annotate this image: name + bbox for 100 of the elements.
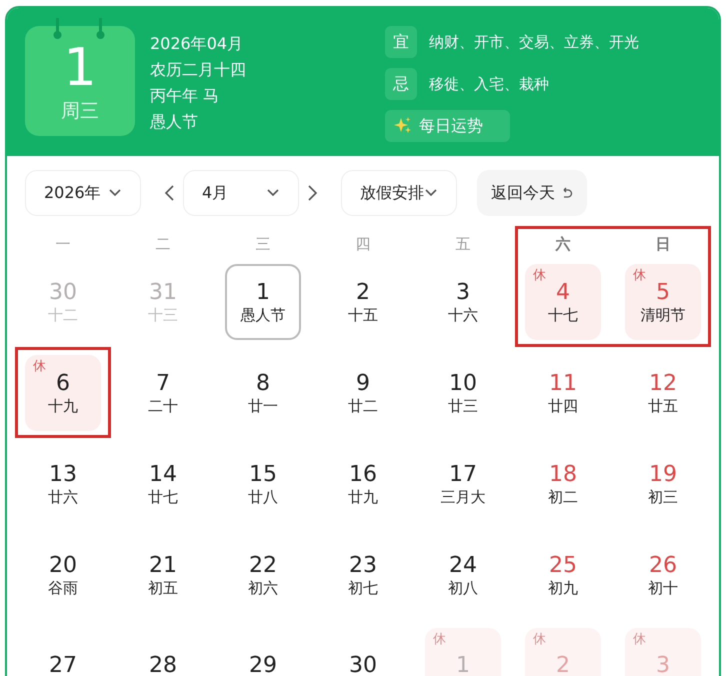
lunar-date: 廿四 (548, 398, 578, 414)
day-number: 3 (456, 282, 470, 304)
weekday-header: 一 (56, 234, 70, 255)
lunar-date: 三月大 (440, 490, 486, 504)
day-number: 31 (149, 282, 177, 304)
day-number: 18 (549, 464, 577, 486)
day-cell[interactable]: 3 十六 (425, 264, 501, 340)
day-cell[interactable]: 12 廿五 (625, 355, 701, 431)
lunar-date: 廿六 (48, 490, 78, 504)
today-day-cell[interactable]: 1 愚人节 (225, 264, 301, 340)
day-number: 19 (649, 464, 677, 486)
date-info-text: 愚人节 (150, 111, 198, 133)
lunar-date: 谷雨 (48, 580, 78, 596)
day-number: 15 (249, 464, 277, 486)
holiday-day-cell[interactable]: 休 5 清明节 (625, 264, 701, 340)
previous-month-icon[interactable] (163, 184, 175, 202)
day-number: 1 (256, 282, 270, 304)
day-cell[interactable]: 7 二十 (125, 355, 201, 431)
rest-day-label: 休 (533, 269, 546, 282)
calendar-rings-icon (52, 18, 106, 42)
day-cell[interactable]: 17 三月大 (425, 446, 501, 522)
weekday-label: 周三 (61, 102, 99, 120)
lunar-date: 十七 (548, 308, 578, 322)
lunar-date: 十二 (48, 308, 78, 322)
today-button[interactable]: 返回今天 (477, 170, 587, 216)
day-cell[interactable]: 25 初九 (525, 537, 601, 613)
holiday-select[interactable]: 放假安排 (341, 170, 457, 216)
date-info-text: 农历二月十四 (150, 59, 246, 81)
chevron-down-icon (424, 188, 438, 198)
day-cell[interactable]: 11 廿四 (525, 355, 601, 431)
day-number: 6 (56, 372, 70, 394)
lunar-date: 清明节 (640, 308, 686, 322)
day-cell[interactable]: 22 初六 (225, 537, 301, 613)
almanac-text: 移徙、入宅、栽种 (429, 74, 549, 95)
day-cell[interactable]: 15 廿八 (225, 446, 301, 522)
day-cell[interactable]: 14 廿七 (125, 446, 201, 522)
day-number: 12 (649, 372, 677, 394)
rest-day-label: 休 (533, 633, 546, 646)
day-number: 28 (149, 655, 177, 676)
day-cell[interactable]: 30 (325, 628, 401, 676)
day-number: 11 (549, 372, 577, 394)
day-number: 30 (349, 655, 377, 676)
day-cell[interactable]: 2 十五 (325, 264, 401, 340)
day-number: 2 (556, 655, 570, 676)
lunar-date: 十九 (48, 398, 78, 414)
day-cell[interactable]: 9 廿二 (325, 355, 401, 431)
almanac-label: 宜 (385, 26, 417, 58)
next-month-icon[interactable] (307, 184, 319, 202)
lunar-date: 愚人节 (240, 308, 286, 322)
day-cell[interactable]: 28 (125, 628, 201, 676)
day-cell[interactable]: 23 初七 (325, 537, 401, 613)
day-number: 9 (356, 372, 370, 394)
lunar-date: 十三 (148, 308, 178, 322)
day-cell[interactable]: 13 廿六 (25, 446, 101, 522)
day-number: 26 (649, 554, 677, 576)
day-cell[interactable]: 21 初五 (125, 537, 201, 613)
day-number: 20 (49, 554, 77, 576)
lunar-date: 初三 (648, 490, 678, 504)
holiday-day-cell[interactable]: 休 6 十九 (25, 355, 101, 431)
day-number: 22 (249, 554, 277, 576)
day-cell[interactable]: 19 初三 (625, 446, 701, 522)
day-number: 3 (656, 655, 670, 676)
day-number: 16 (349, 464, 377, 486)
rest-day-label: 休 (33, 360, 46, 373)
day-cell[interactable]: 29 (225, 628, 301, 676)
day-number: 5 (656, 282, 670, 304)
day-cell[interactable]: 24 初八 (425, 537, 501, 613)
lunar-date: 初十 (648, 580, 678, 596)
day-cell[interactable]: 27 (25, 628, 101, 676)
holiday-day-cell[interactable]: 休 4 十七 (525, 264, 601, 340)
lunar-date: 廿九 (348, 490, 378, 504)
day-number: 29 (249, 655, 277, 676)
day-cell[interactable]: 26 初十 (625, 537, 701, 613)
day-cell[interactable]: 8 廿一 (225, 355, 301, 431)
lunar-date: 廿七 (148, 490, 178, 504)
day-number: 1 (456, 655, 470, 676)
lunar-date: 初五 (148, 580, 178, 596)
lunar-date: 十六 (448, 308, 478, 322)
day-number: 25 (549, 554, 577, 576)
weekday-header: 四 (356, 234, 370, 255)
day-number: 13 (49, 464, 77, 486)
almanac-label: 忌 (385, 68, 417, 100)
lunar-date: 初九 (548, 580, 578, 596)
chevron-down-icon (108, 188, 122, 198)
weekday-header: 三 (256, 234, 270, 255)
year-select[interactable]: 2026年 (25, 170, 141, 216)
day-cell[interactable]: 16 廿九 (325, 446, 401, 522)
day-number: 4 (556, 282, 570, 304)
day-number: 1 (63, 42, 97, 94)
day-number: 8 (256, 372, 270, 394)
day-number: 30 (49, 282, 77, 304)
day-number: 10 (449, 372, 477, 394)
lunar-date: 初二 (548, 490, 578, 504)
day-cell[interactable]: 18 初二 (525, 446, 601, 522)
almanac-text: 纳财、开市、交易、立券、开光 (429, 32, 639, 53)
month-select[interactable]: 4月 (183, 170, 299, 216)
date-info-text: 丙午年 马 (150, 85, 220, 107)
day-cell[interactable]: 20 谷雨 (25, 537, 101, 613)
day-cell[interactable]: 10 廿三 (425, 355, 501, 431)
lunar-date: 廿一 (248, 398, 278, 414)
